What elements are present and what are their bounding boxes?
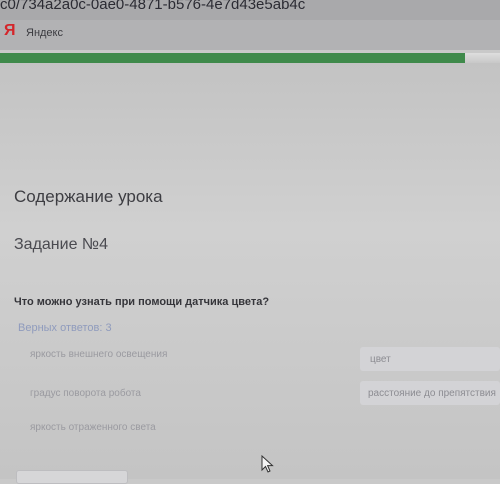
answer-option[interactable]: градус поворота робота — [30, 388, 141, 399]
answer-option-box[interactable]: расстояние до препятствия — [360, 381, 500, 405]
answer-option[interactable]: расстояние до препятствия — [368, 388, 496, 399]
address-bar[interactable]: c0/734a2a0c-0ae0-4871-b576-4e7d43e5ab4c — [0, 0, 500, 20]
correct-answers-count: Верных ответов: 3 — [18, 322, 112, 334]
answer-option[interactable]: яркость отраженного света — [30, 422, 156, 433]
lesson-progress-fill — [0, 53, 465, 63]
address-bar-url[interactable]: c0/734a2a0c-0ae0-4871-b576-4e7d43e5ab4c — [0, 0, 305, 13]
yandex-logo-icon[interactable]: Я — [4, 22, 16, 40]
lesson-page — [0, 63, 500, 479]
question-text: Что можно узнать при помощи датчика цвет… — [14, 296, 270, 308]
answer-option-box[interactable]: цвет — [360, 347, 500, 371]
submit-button[interactable] — [16, 470, 128, 484]
lesson-progress-bar — [0, 53, 500, 63]
task-title: Задание №4 — [14, 236, 108, 253]
answer-option[interactable]: цвет — [370, 354, 391, 365]
mouse-cursor-icon — [261, 455, 274, 473]
answer-option[interactable]: яркость внешнего освещения — [30, 349, 167, 360]
bookmark-yandex[interactable]: Яндекс — [26, 27, 63, 39]
bookmarks-bar — [0, 20, 500, 50]
lesson-content-heading[interactable]: Содержание урока — [14, 187, 163, 207]
